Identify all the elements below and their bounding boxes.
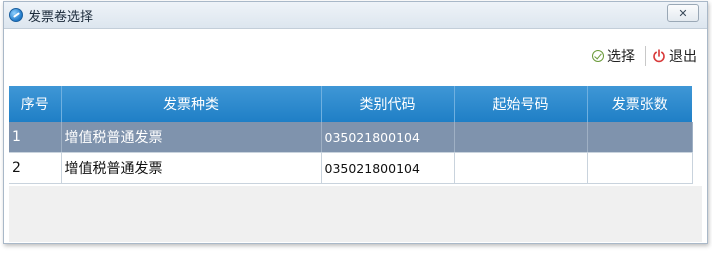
invoice-roll-dialog: 发票卷选择 ✕ 选择 退出 序号 发票种类 类别代码 起始号码 发票张数 1 增… bbox=[3, 1, 708, 244]
table-header-row: 序号 发票种类 类别代码 起始号码 发票张数 bbox=[9, 86, 692, 122]
close-button[interactable]: ✕ bbox=[667, 4, 699, 22]
column-header-invoice-count[interactable]: 发票张数 bbox=[587, 86, 692, 122]
toolbar: 选择 退出 bbox=[592, 44, 697, 68]
power-icon bbox=[653, 49, 665, 63]
table-row[interactable]: 2 增值税普通发票 035021800104 bbox=[9, 152, 693, 184]
exit-button[interactable]: 退出 bbox=[652, 46, 697, 66]
cell-start-number bbox=[454, 122, 588, 153]
cell-start-number bbox=[454, 152, 588, 184]
cell-index: 2 bbox=[9, 152, 62, 184]
column-header-start-number[interactable]: 起始号码 bbox=[454, 86, 588, 122]
table-row[interactable]: 1 增值税普通发票 035021800104 bbox=[9, 122, 693, 153]
window-title: 发票卷选择 bbox=[28, 9, 94, 25]
check-circle-icon bbox=[592, 50, 604, 62]
cell-invoice-type: 增值税普通发票 bbox=[61, 152, 322, 184]
cell-category-code: 035021800104 bbox=[321, 152, 455, 184]
toolbar-separator bbox=[645, 46, 646, 66]
invoice-roll-table: 序号 发票种类 类别代码 起始号码 发票张数 1 增值税普通发票 0350218… bbox=[9, 86, 693, 184]
app-icon bbox=[9, 8, 23, 22]
cell-category-code: 035021800104 bbox=[321, 122, 455, 153]
select-button-label: 选择 bbox=[607, 49, 635, 65]
cell-invoice-count bbox=[587, 152, 693, 184]
select-button[interactable]: 选择 bbox=[592, 46, 635, 66]
title-bar[interactable]: 发票卷选择 ✕ bbox=[4, 2, 707, 29]
column-header-category-code[interactable]: 类别代码 bbox=[321, 86, 455, 122]
table-empty-area bbox=[9, 186, 702, 242]
cell-invoice-count bbox=[587, 122, 693, 153]
exit-button-label: 退出 bbox=[669, 49, 697, 65]
cell-invoice-type: 增值税普通发票 bbox=[61, 122, 322, 153]
cell-index: 1 bbox=[9, 122, 62, 153]
column-header-index[interactable]: 序号 bbox=[9, 86, 62, 122]
column-header-invoice-type[interactable]: 发票种类 bbox=[61, 86, 322, 122]
